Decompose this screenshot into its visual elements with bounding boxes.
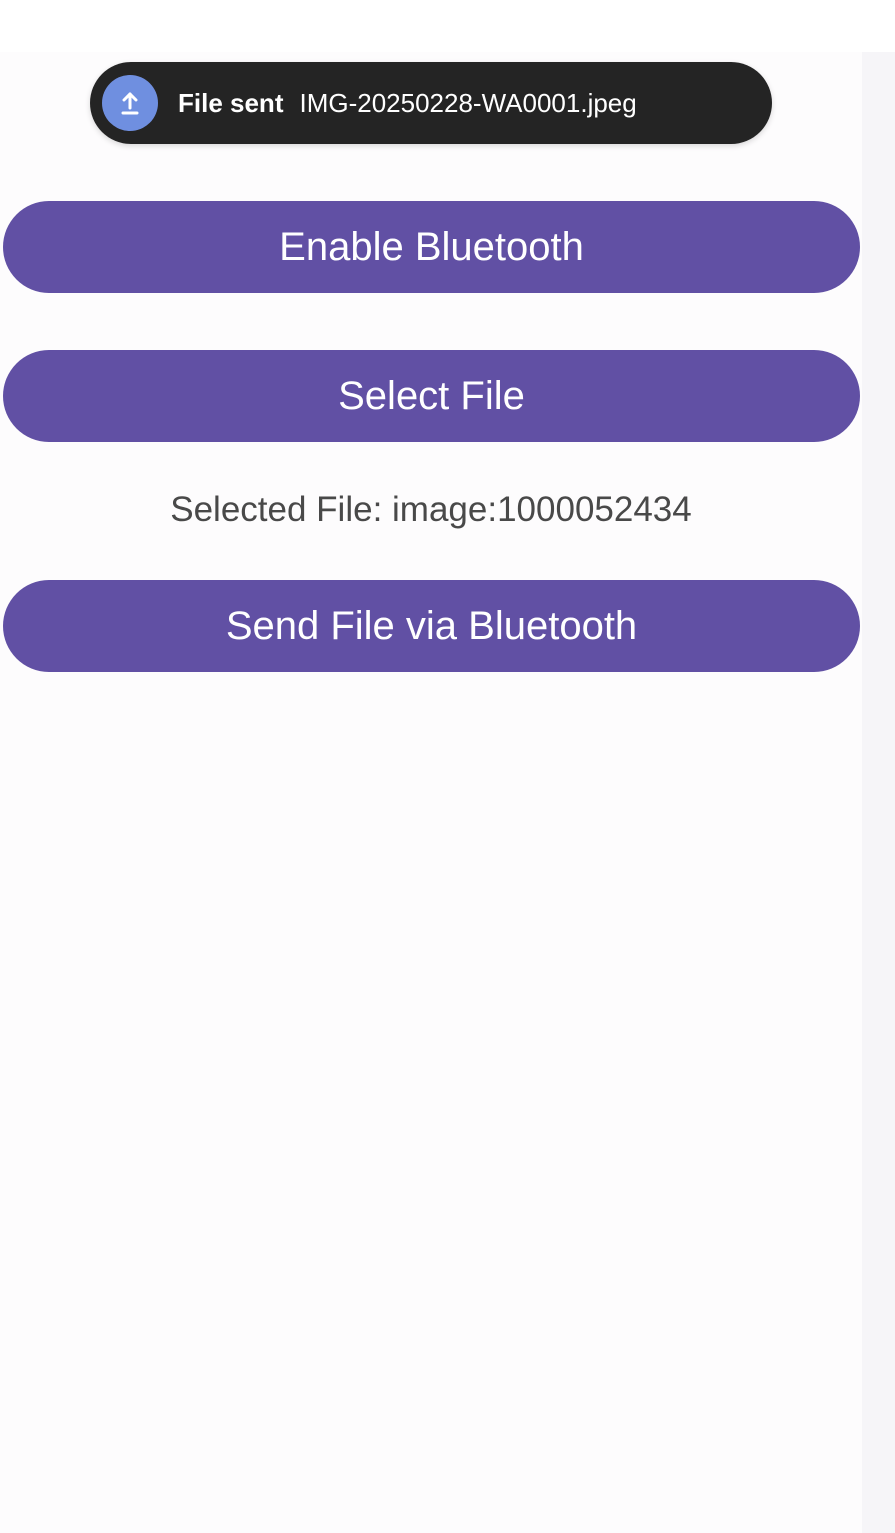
toast-file-name: IMG-20250228-WA0001.jpeg	[299, 87, 637, 118]
selected-file-label: Selected File: image:1000052434	[170, 490, 692, 529]
top-band	[0, 0, 895, 52]
screen-edge	[862, 52, 895, 1533]
send-file-button[interactable]: Send File via Bluetooth	[3, 580, 860, 672]
file-sent-toast: File sent IMG-20250228-WA0001.jpeg	[90, 62, 772, 144]
toast-title: File sent	[178, 87, 284, 118]
enable-bluetooth-button[interactable]: Enable Bluetooth	[3, 201, 860, 293]
select-file-button[interactable]: Select File	[3, 350, 860, 442]
upload-icon	[102, 75, 158, 131]
